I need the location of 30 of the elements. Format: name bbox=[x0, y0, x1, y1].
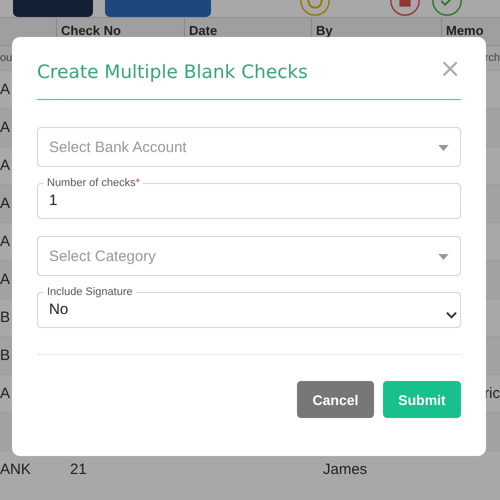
table-cell: B bbox=[0, 309, 10, 326]
field-label: Include Signature bbox=[47, 286, 133, 298]
dropdown-field[interactable]: Select Bank Account bbox=[37, 127, 461, 167]
column-header: Check No bbox=[61, 23, 121, 38]
toolbar-button[interactable] bbox=[105, 0, 211, 17]
table-cell: ANK bbox=[0, 461, 31, 478]
table-cell: 21 bbox=[70, 461, 87, 478]
table-cell: A bbox=[0, 271, 10, 288]
table-cell: A bbox=[0, 195, 10, 212]
cancel-button[interactable]: Cancel bbox=[297, 381, 374, 418]
number-field[interactable]: Number of checks* 1 bbox=[37, 177, 461, 219]
table-cell: A bbox=[0, 119, 10, 136]
dropdown-field[interactable]: Select Category bbox=[37, 236, 461, 276]
column-header: Memo bbox=[446, 23, 484, 38]
submit-button[interactable]: Submit bbox=[383, 381, 461, 418]
dialog-title: Create Multiple Blank Checks bbox=[37, 60, 308, 82]
table-cell: A bbox=[0, 385, 10, 402]
chevron-icon bbox=[446, 311, 457, 319]
table-cell: B bbox=[0, 347, 10, 364]
select-field[interactable]: Include Signature No bbox=[37, 286, 461, 328]
table-cell: James bbox=[323, 461, 368, 478]
column-header: By bbox=[316, 23, 333, 38]
field-label: Number of checks* bbox=[47, 177, 140, 189]
column-header: Date bbox=[189, 23, 218, 38]
close-button[interactable]: × bbox=[439, 56, 461, 82]
table-cell: A bbox=[0, 81, 10, 98]
toolbar-button[interactable] bbox=[13, 0, 93, 17]
table-cell: A bbox=[0, 233, 10, 250]
table-cell: A bbox=[0, 157, 10, 174]
filter-text: ou bbox=[0, 52, 12, 64]
